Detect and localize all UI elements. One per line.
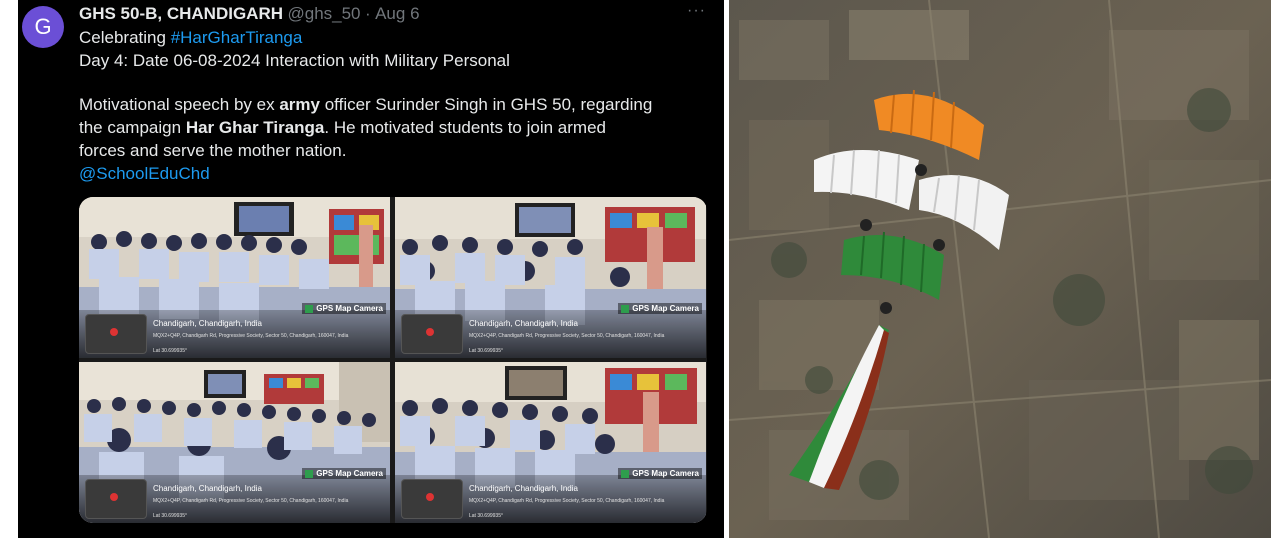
photo-grid: GPS Map Camera Chandigarh, Chandigarh, I… <box>79 197 707 523</box>
location-city: Chandigarh, Chandigarh, India <box>469 484 578 493</box>
text-segment: . He motivated students to join armed <box>324 118 606 137</box>
gps-stamp: GPS Map Camera <box>302 303 386 314</box>
location-city: Chandigarh, Chandigarh, India <box>469 319 578 328</box>
tweet-line-4: the campaign Har Ghar Tiranga. He motiva… <box>79 118 606 138</box>
location-lat: Lat 30.699935° <box>153 348 187 354</box>
map-thumbnail-icon <box>85 314 147 354</box>
text-bold-campaign: Har Ghar Tiranga <box>185 118 325 137</box>
classroom-photo-2[interactable]: GPS Map Camera Chandigarh, Chandigarh, I… <box>395 197 706 358</box>
text-segment: Motivational speech by ex <box>79 95 275 114</box>
tweet-line-3: Motivational speech by ex army officer S… <box>79 95 652 115</box>
location-address: MQX2+Q4P, Chandigarh Rd, Progressive Soc… <box>153 498 349 504</box>
parachute-scene <box>729 0 1271 538</box>
hashtag-link[interactable]: #HarGharTiranga <box>171 28 303 47</box>
location-address: MQX2+Q4P, Chandigarh Rd, Progressive Soc… <box>469 498 665 504</box>
author-name[interactable]: GHS 50-B, CHANDIGARH <box>79 4 283 23</box>
tweet-line-1: Celebrating #HarGharTiranga <box>79 28 302 48</box>
tweet-line-2: Day 4: Date 06-08-2024 Interaction with … <box>79 51 510 70</box>
avatar[interactable]: G <box>22 6 64 48</box>
gps-stamp-text: GPS Map Camera <box>316 304 383 313</box>
mention-link[interactable]: @SchoolEduChd <box>79 164 210 184</box>
location-lat: Lat 30.699935° <box>469 348 503 354</box>
location-address: MQX2+Q4P, Chandigarh Rd, Progressive Soc… <box>153 333 349 339</box>
text-celebrating: Celebrating <box>79 28 166 47</box>
gps-stamp-text: GPS Map Camera <box>632 304 699 313</box>
map-thumbnail-icon <box>85 479 147 519</box>
text-bold-army: army <box>279 95 320 114</box>
map-thumbnail-icon <box>401 479 463 519</box>
gps-stamp: GPS Map Camera <box>618 468 702 479</box>
gps-camera-icon <box>621 304 630 313</box>
tweet-panel: G GHS 50-B, CHANDIGARH @ghs_50 · Aug 6 ·… <box>18 0 724 538</box>
gps-stamp-text: GPS Map Camera <box>316 469 383 478</box>
classroom-photo-1[interactable]: GPS Map Camera Chandigarh, Chandigarh, I… <box>79 197 390 358</box>
tweet-line-5: forces and serve the mother nation. <box>79 141 347 160</box>
gps-stamp-text: GPS Map Camera <box>632 469 699 478</box>
separator: · <box>364 4 371 23</box>
classroom-photo-3[interactable]: GPS Map Camera Chandigarh, Chandigarh, I… <box>79 362 390 523</box>
gps-camera-icon <box>305 469 314 478</box>
more-icon[interactable]: ··· <box>687 2 706 20</box>
location-address: MQX2+Q4P, Chandigarh Rd, Progressive Soc… <box>469 333 665 339</box>
gps-camera-icon <box>621 469 630 478</box>
gps-camera-icon <box>305 304 314 313</box>
location-lat: Lat 30.699935° <box>153 513 187 519</box>
author-handle[interactable]: @ghs_50 <box>287 4 360 23</box>
tweet-header: GHS 50-B, CHANDIGARH @ghs_50 · Aug 6 <box>79 4 699 24</box>
text-segment: the campaign <box>79 118 182 137</box>
gps-stamp: GPS Map Camera <box>618 303 702 314</box>
location-lat: Lat 30.699935° <box>469 513 503 519</box>
location-city: Chandigarh, Chandigarh, India <box>153 319 262 328</box>
map-thumbnail-icon <box>401 314 463 354</box>
classroom-photo-4[interactable]: GPS Map Camera Chandigarh, Chandigarh, I… <box>395 362 706 523</box>
tweet-date[interactable]: Aug 6 <box>375 4 419 23</box>
aerial-parachute-photo[interactable] <box>729 0 1271 538</box>
gps-stamp: GPS Map Camera <box>302 468 386 479</box>
location-city: Chandigarh, Chandigarh, India <box>153 484 262 493</box>
text-segment: officer Surinder Singh in GHS 50, regard… <box>324 95 653 114</box>
